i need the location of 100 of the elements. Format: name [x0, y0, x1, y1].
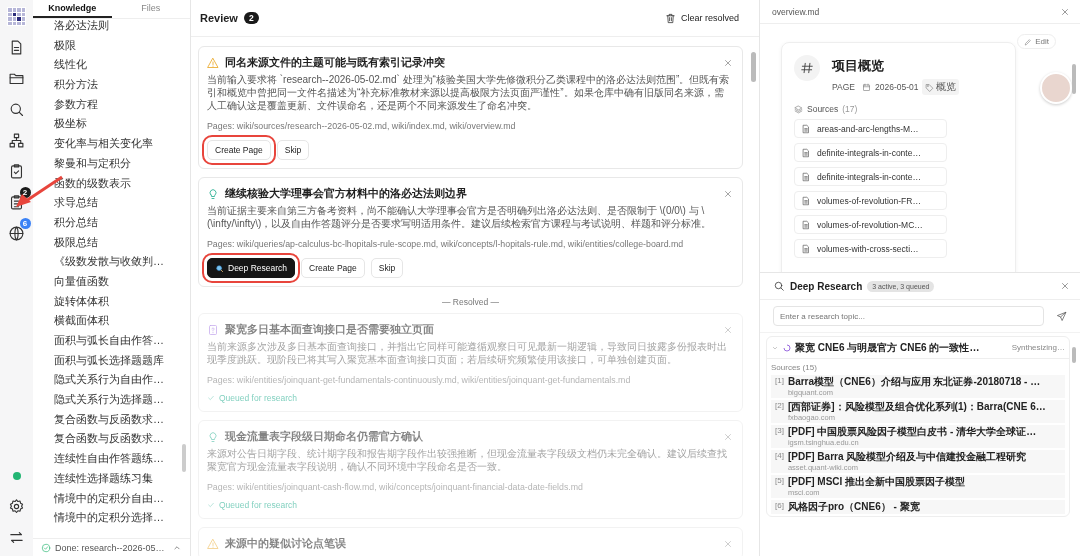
sidebar-item[interactable]: 极限: [54, 35, 190, 56]
sidebar-item[interactable]: 复合函数与反函数求…: [54, 409, 190, 430]
action-button[interactable]: Skip: [370, 258, 404, 278]
status-text: Done: research--2026-05…: [55, 542, 166, 553]
check-icon: [207, 501, 215, 509]
card-description: 当前输入要求将 `research--2026-05-02.md` 处理为“核验美国大学先修微积分乙类课程中的洛必达法则范围”。但既有索引和概览中曾把同一文件名描述为“补充标准教材来源以提高极限方法页面严谨性”。如果仓库中确有旧版同名来源，需人工确认这是覆盖更新、文件误命名，还是两个不同来源发生了命名冲突。: [207, 73, 731, 112]
action-button[interactable]: Create Page: [301, 258, 365, 278]
sidebar-item[interactable]: 横截面体积: [54, 311, 190, 331]
sidebar-item[interactable]: 极坐标: [54, 114, 190, 135]
source-chip[interactable]: volumes-of-revolution-MC…: [794, 215, 947, 234]
status-footer[interactable]: Done: research--2026-05…: [33, 538, 190, 556]
page-title: 项目概览: [832, 57, 885, 75]
count-badge: 2: [243, 12, 259, 24]
close-icon[interactable]: [723, 538, 733, 549]
sidebar-item[interactable]: 洛必达法则: [54, 19, 190, 36]
source-chip[interactable]: volumes-of-revolution-FR…: [794, 191, 947, 210]
sidebar-item[interactable]: 积分总结: [54, 212, 190, 233]
source-item[interactable]: [6] 风格因子pro（CNE6） - 聚宽: [771, 500, 1065, 514]
layers-icon: [794, 104, 803, 114]
close-icon[interactable]: [1060, 6, 1070, 17]
warning-icon: [207, 56, 219, 69]
source-index: [4]: [775, 451, 784, 462]
card-title: 来源中的疑似讨论点笔误: [225, 536, 347, 551]
swap-icon[interactable]: [8, 529, 25, 546]
magnifier-icon: [215, 263, 224, 273]
search-icon[interactable]: [8, 101, 25, 118]
sidebar-tab[interactable]: Files: [111, 0, 190, 18]
page-date: 2026-05-01: [875, 82, 919, 92]
topic-input[interactable]: Enter a research topic...: [773, 306, 1044, 326]
scrollbar-thumb[interactable]: [1072, 64, 1076, 94]
file-icon: [801, 171, 811, 182]
scrollbar-thumb[interactable]: [1072, 347, 1076, 363]
card-title: 同名来源文件的主题可能与既有索引记录冲突: [225, 55, 446, 70]
source-chip[interactable]: definite-integrals-in-conte…: [794, 167, 947, 186]
scrollbar-thumb[interactable]: [751, 52, 756, 82]
source-index: [2]: [775, 401, 784, 412]
app-logo: [7, 7, 26, 26]
sidebar-item[interactable]: 极限总结: [54, 232, 190, 253]
close-icon[interactable]: [723, 431, 733, 442]
close-icon[interactable]: [1060, 281, 1070, 291]
sidebar-item[interactable]: 隐式关系行为选择题…: [54, 390, 190, 410]
sidebar-item[interactable]: 变化率与相关变化率: [54, 134, 190, 154]
source-index: [6]: [775, 501, 784, 512]
lightbulb-icon: [207, 430, 219, 443]
globe-icon[interactable]: [8, 225, 25, 242]
sidebar-item[interactable]: 连续性选择题练习集: [54, 468, 190, 489]
source-chip[interactable]: volumes-with-cross-secti…: [794, 239, 947, 258]
check-icon: [207, 394, 215, 402]
check-circle-icon: [41, 542, 51, 553]
section-label: — Resolved —: [440, 297, 501, 307]
sidebar-item[interactable]: 隐式关系行为自由作…: [54, 370, 190, 391]
sidebar-item[interactable]: 《级数发散与收敛判…: [54, 252, 190, 272]
file-icon: [801, 219, 811, 230]
close-icon[interactable]: [723, 324, 733, 335]
sidebar-item[interactable]: 黎曼和与定积分: [54, 153, 190, 174]
sidebar-item[interactable]: 参数方程: [54, 94, 190, 115]
sidebar-tab[interactable]: Knowledge: [33, 0, 112, 18]
settings-icon[interactable]: [8, 498, 25, 515]
sidebar-item[interactable]: 积分方法: [54, 75, 190, 95]
sidebar-item[interactable]: 情境中的定积分自由…: [54, 488, 190, 509]
sidebar-item[interactable]: 面积与弧长选择题题库: [54, 350, 190, 371]
hierarchy-icon[interactable]: [8, 132, 25, 149]
file-icon: [801, 195, 811, 206]
scrollbar-thumb[interactable]: [182, 444, 186, 472]
clipboard-check-icon[interactable]: [8, 163, 25, 180]
source-title: Barra模型（CNE6）介绍与应用 东北证券-20180718 - …: [787, 376, 1041, 388]
close-icon[interactable]: [723, 57, 733, 68]
avatar[interactable]: [1040, 72, 1072, 104]
section-label: Sources: [807, 104, 839, 114]
close-icon[interactable]: [723, 188, 733, 199]
card-description: 当前证据主要来自第三方备考资料，尚不能确认大学理事会官方是否明确列出洛必达法则、是否限制于 \(0/0\) 与 \(\infty/\infty\)，以及自由作答题评分是否要求写明适用条件。建议后续检索官方课程与考试说明、样题和评分标准。: [207, 204, 713, 230]
clipboard-list-icon[interactable]: [8, 194, 25, 211]
file-icon: [801, 147, 811, 158]
sidebar-item[interactable]: 情境中的定积分选择…: [54, 508, 190, 528]
sidebar-item[interactable]: 旋转体体积: [54, 291, 190, 312]
action-button[interactable]: Skip: [276, 140, 310, 160]
card-title: 继续核验大学理事会官方材料中的洛必达法则边界: [225, 186, 468, 201]
source-chip[interactable]: areas-and-arc-lengths-M…: [794, 119, 947, 138]
source-title: 风格因子pro（CNE6） - 聚宽: [787, 501, 920, 513]
source-title: [PDF] MSCI 推出全新中国股票因子模型: [787, 476, 966, 488]
clear-resolved-button[interactable]: Clear resolved: [662, 10, 741, 26]
panel-title: Deep Research: [790, 280, 863, 292]
sidebar-item[interactable]: 求导总结: [54, 193, 190, 213]
source-title: [PDF] Barra 风险模型介绍及与中信建投金融工程研究: [787, 451, 1027, 463]
sidebar-item[interactable]: 连续性自由作答题练…: [54, 449, 190, 469]
source-title: [PDF] 中国股票风险因子模型白皮书 - 清华大学全球证…: [787, 426, 1037, 438]
task-title: 聚宽 CNE6 与明晟官方 CNE6 的一致性…: [795, 340, 980, 355]
sidebar-item[interactable]: 复合函数与反函数求…: [54, 429, 190, 450]
spinner-icon: [783, 343, 791, 352]
sidebar-item[interactable]: 面积与弧长自由作答…: [54, 331, 190, 351]
task-header[interactable]: 聚宽 CNE6 与明晟官方 CNE6 的一致性… Synthesizing…: [767, 337, 1069, 359]
sidebar-item[interactable]: 向量值函数: [54, 271, 190, 292]
sidebar-item[interactable]: 线性化: [54, 55, 190, 76]
edit-button[interactable]: Edit: [1017, 34, 1056, 49]
task-status: Synthesizing…: [1011, 343, 1065, 352]
warning-icon: [207, 537, 219, 550]
send-icon[interactable]: [1056, 310, 1067, 322]
tag-chip[interactable]: 概览: [922, 79, 960, 95]
source-chip[interactable]: definite-integrals-in-conte…: [794, 143, 947, 162]
panel-title: Review: [200, 12, 238, 24]
